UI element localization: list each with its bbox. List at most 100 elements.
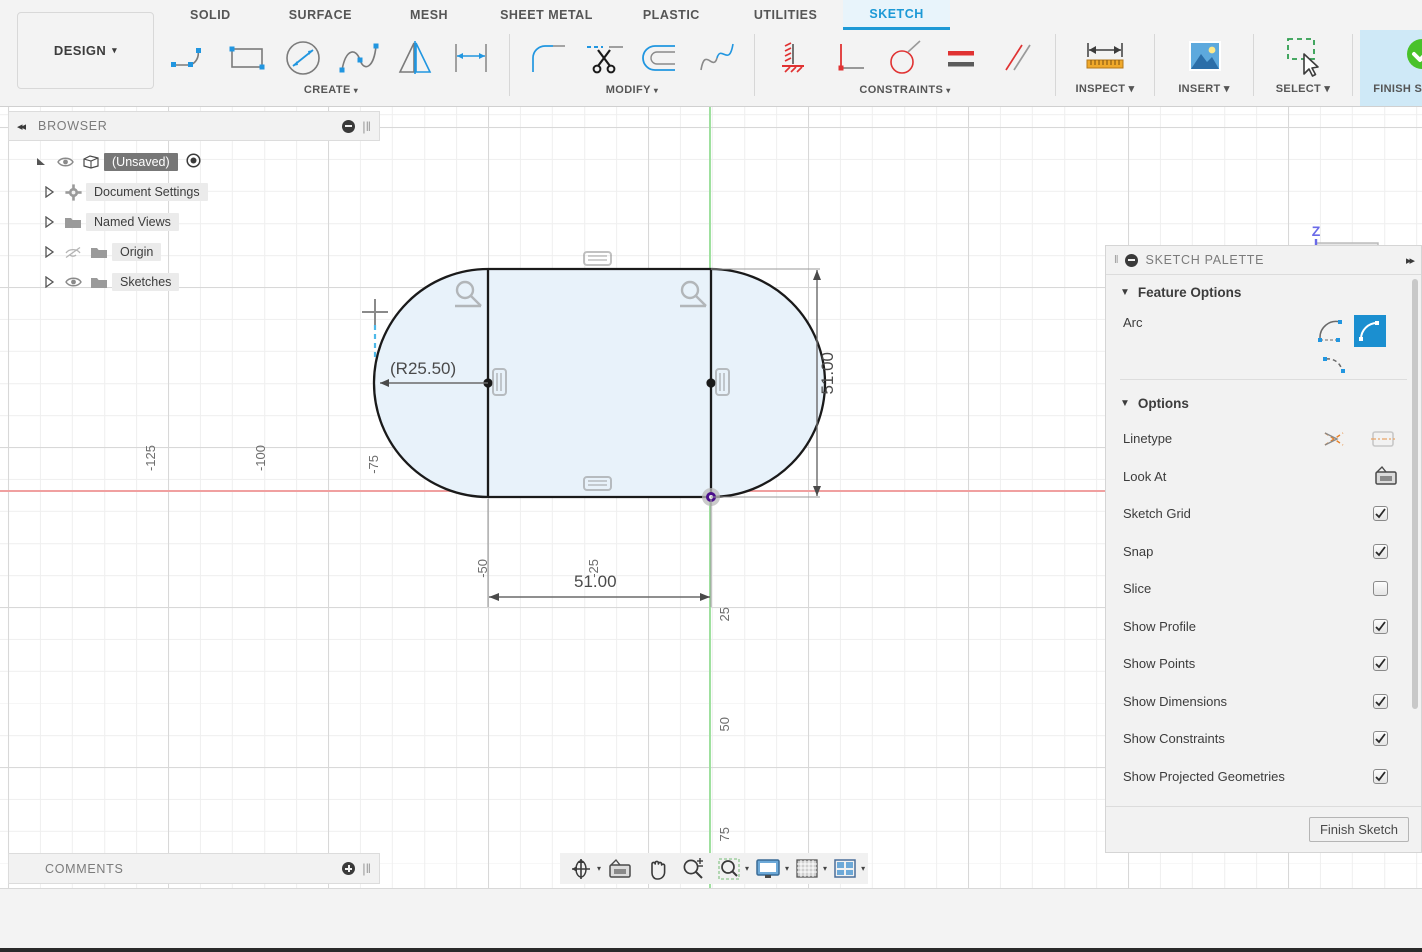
tab-solid[interactable]: SOLID <box>160 0 261 30</box>
grid-snaps-icon[interactable] <box>792 855 822 883</box>
minus-circle-icon[interactable] <box>1125 254 1138 267</box>
group-label-constraints[interactable]: CONSTRAINTS▾ <box>859 84 950 96</box>
tab-sketch[interactable]: SKETCH <box>843 0 949 30</box>
pan-hand-icon[interactable] <box>642 855 672 883</box>
chevron-down-icon[interactable]: ▾ <box>597 864 601 873</box>
toolbar-divider <box>1154 34 1155 96</box>
twisty-icon[interactable] <box>38 276 60 288</box>
rectangle-icon[interactable] <box>220 32 274 84</box>
sketch-palette-body: ▼ Feature Options Arc <box>1106 275 1421 805</box>
slice-checkbox[interactable] <box>1373 581 1388 596</box>
snap-label: Snap <box>1123 544 1373 559</box>
snap-checkbox[interactable] <box>1373 544 1388 559</box>
twisty-icon[interactable] <box>30 156 52 168</box>
section-options[interactable]: ▼ Options <box>1106 386 1421 420</box>
look-at-label: Look At <box>1123 469 1373 484</box>
offset-icon[interactable] <box>633 32 687 84</box>
parallel-icon[interactable] <box>990 32 1044 84</box>
show-points-checkbox[interactable] <box>1373 656 1388 671</box>
group-label-modify[interactable]: MODIFY▾ <box>606 84 659 96</box>
curvature-icon[interactable] <box>689 32 743 84</box>
equal-icon[interactable] <box>934 32 988 84</box>
show-dimensions-checkbox[interactable] <box>1373 694 1388 709</box>
orbit-icon[interactable] <box>566 855 596 883</box>
browser-node-document-settings[interactable]: Document Settings <box>8 177 380 207</box>
zoom-magnifier-icon[interactable] <box>678 855 708 883</box>
linetype-construction-icon[interactable] <box>1321 427 1369 451</box>
twisty-icon[interactable] <box>38 246 60 258</box>
arc-3point-icon[interactable] <box>1316 316 1346 347</box>
arc-tangent-icon[interactable] <box>1354 315 1386 347</box>
plus-circle-icon[interactable] <box>342 862 355 875</box>
select-button[interactable]: SELECT ▾ <box>1261 30 1345 106</box>
collapse-left-icon[interactable]: ◂◂ <box>17 120 24 133</box>
activate-radio-icon[interactable] <box>186 153 201 171</box>
sketch-grid-checkbox[interactable] <box>1373 506 1388 521</box>
browser-node-unsaved[interactable]: (Unsaved) <box>8 147 380 177</box>
browser-node-sketches[interactable]: Sketches <box>8 267 380 297</box>
insert-button[interactable]: INSERT ▾ <box>1162 30 1246 106</box>
vertical-constraint-glyph <box>716 369 729 395</box>
zoom-window-icon[interactable] <box>714 855 744 883</box>
palette-row-slice: Slice <box>1106 570 1421 608</box>
group-label-create[interactable]: CREATE▾ <box>304 84 358 96</box>
tangent-icon[interactable] <box>878 32 932 84</box>
show-projected-geometries-checkbox[interactable] <box>1373 769 1388 784</box>
resize-grip-icon[interactable]: |‖ <box>362 119 371 134</box>
twisty-icon[interactable] <box>38 216 60 228</box>
browser-node-named-views[interactable]: Named Views <box>8 207 380 237</box>
palette-row-show-points: Show Points <box>1106 645 1421 683</box>
chevron-down-icon[interactable]: ▾ <box>745 864 749 873</box>
eye-visible-icon[interactable] <box>52 156 78 168</box>
palette-scrollbar[interactable] <box>1412 279 1418 709</box>
tab-mesh[interactable]: MESH <box>380 0 478 30</box>
comments-panel-header[interactable]: COMMENTS |‖ <box>8 853 380 884</box>
palette-finish-sketch-button[interactable]: Finish Sketch <box>1309 817 1409 842</box>
show-constraints-checkbox[interactable] <box>1373 731 1388 746</box>
group-label-text: CONSTRAINTS <box>859 84 943 96</box>
expand-right-icon[interactable]: ▸▸ <box>1406 254 1413 267</box>
inspect-button[interactable]: INSPECT ▾ <box>1063 30 1147 106</box>
chevron-down-icon[interactable]: ▾ <box>785 864 789 873</box>
minus-circle-icon[interactable] <box>342 120 355 133</box>
arc-center-icon[interactable] <box>1320 353 1350 378</box>
show-profile-checkbox[interactable] <box>1373 619 1388 634</box>
chevron-down-icon[interactable]: ▾ <box>823 864 827 873</box>
section-feature-options[interactable]: ▼ Feature Options <box>1106 275 1421 309</box>
eye-hidden-icon[interactable] <box>60 246 86 259</box>
line-arc-icon[interactable] <box>164 32 218 84</box>
fix-ground-icon[interactable] <box>766 32 820 84</box>
eye-visible-icon[interactable] <box>60 276 86 288</box>
trim-scissors-icon[interactable] <box>577 32 631 84</box>
ribbon-groups: CREATE▾ <box>160 30 1422 106</box>
tab-utilities[interactable]: UTILITIES <box>728 0 844 30</box>
twisty-icon[interactable] <box>38 186 60 198</box>
drag-grip-icon[interactable]: ‖ <box>1114 254 1119 266</box>
spline-icon[interactable] <box>332 32 386 84</box>
circle-diameter-icon[interactable] <box>276 32 330 84</box>
tangent-constraint-glyph <box>455 282 481 306</box>
browser-node-origin[interactable]: Origin <box>8 237 380 267</box>
palette-row-show-constraints: Show Constraints <box>1106 720 1421 758</box>
inspect-label-text: INSPECT <box>1076 83 1126 95</box>
look-at-icon[interactable] <box>604 855 636 883</box>
dimension-icon[interactable] <box>444 32 498 84</box>
perpendicular-icon[interactable] <box>822 32 876 84</box>
mirror-icon[interactable] <box>388 32 442 84</box>
resize-grip-icon[interactable]: |‖ <box>362 861 371 876</box>
workspace-switcher-button[interactable]: DESIGN ▾ <box>17 12 154 89</box>
viewports-icon[interactable] <box>830 855 860 883</box>
radius-dimension-label[interactable]: (R25.50) <box>390 359 456 379</box>
tab-plastic[interactable]: PLASTIC <box>615 0 728 30</box>
display-settings-icon[interactable] <box>752 855 784 883</box>
fillet-icon[interactable] <box>521 32 575 84</box>
ribbon-group-create: CREATE▾ <box>160 30 502 106</box>
palette-row-show-profile: Show Profile <box>1106 608 1421 646</box>
x-tick-label-50: -50 <box>475 559 490 578</box>
height-dimension-label[interactable]: 51.00 <box>818 352 838 395</box>
finish-sketch-button[interactable]: FINISH SKETCH ▾ <box>1360 30 1422 106</box>
arc-label: Arc <box>1123 315 1316 330</box>
chevron-down-icon[interactable]: ▾ <box>861 864 865 873</box>
tab-sheet-metal[interactable]: SHEET METAL <box>478 0 615 30</box>
tab-surface[interactable]: SURFACE <box>261 0 380 30</box>
